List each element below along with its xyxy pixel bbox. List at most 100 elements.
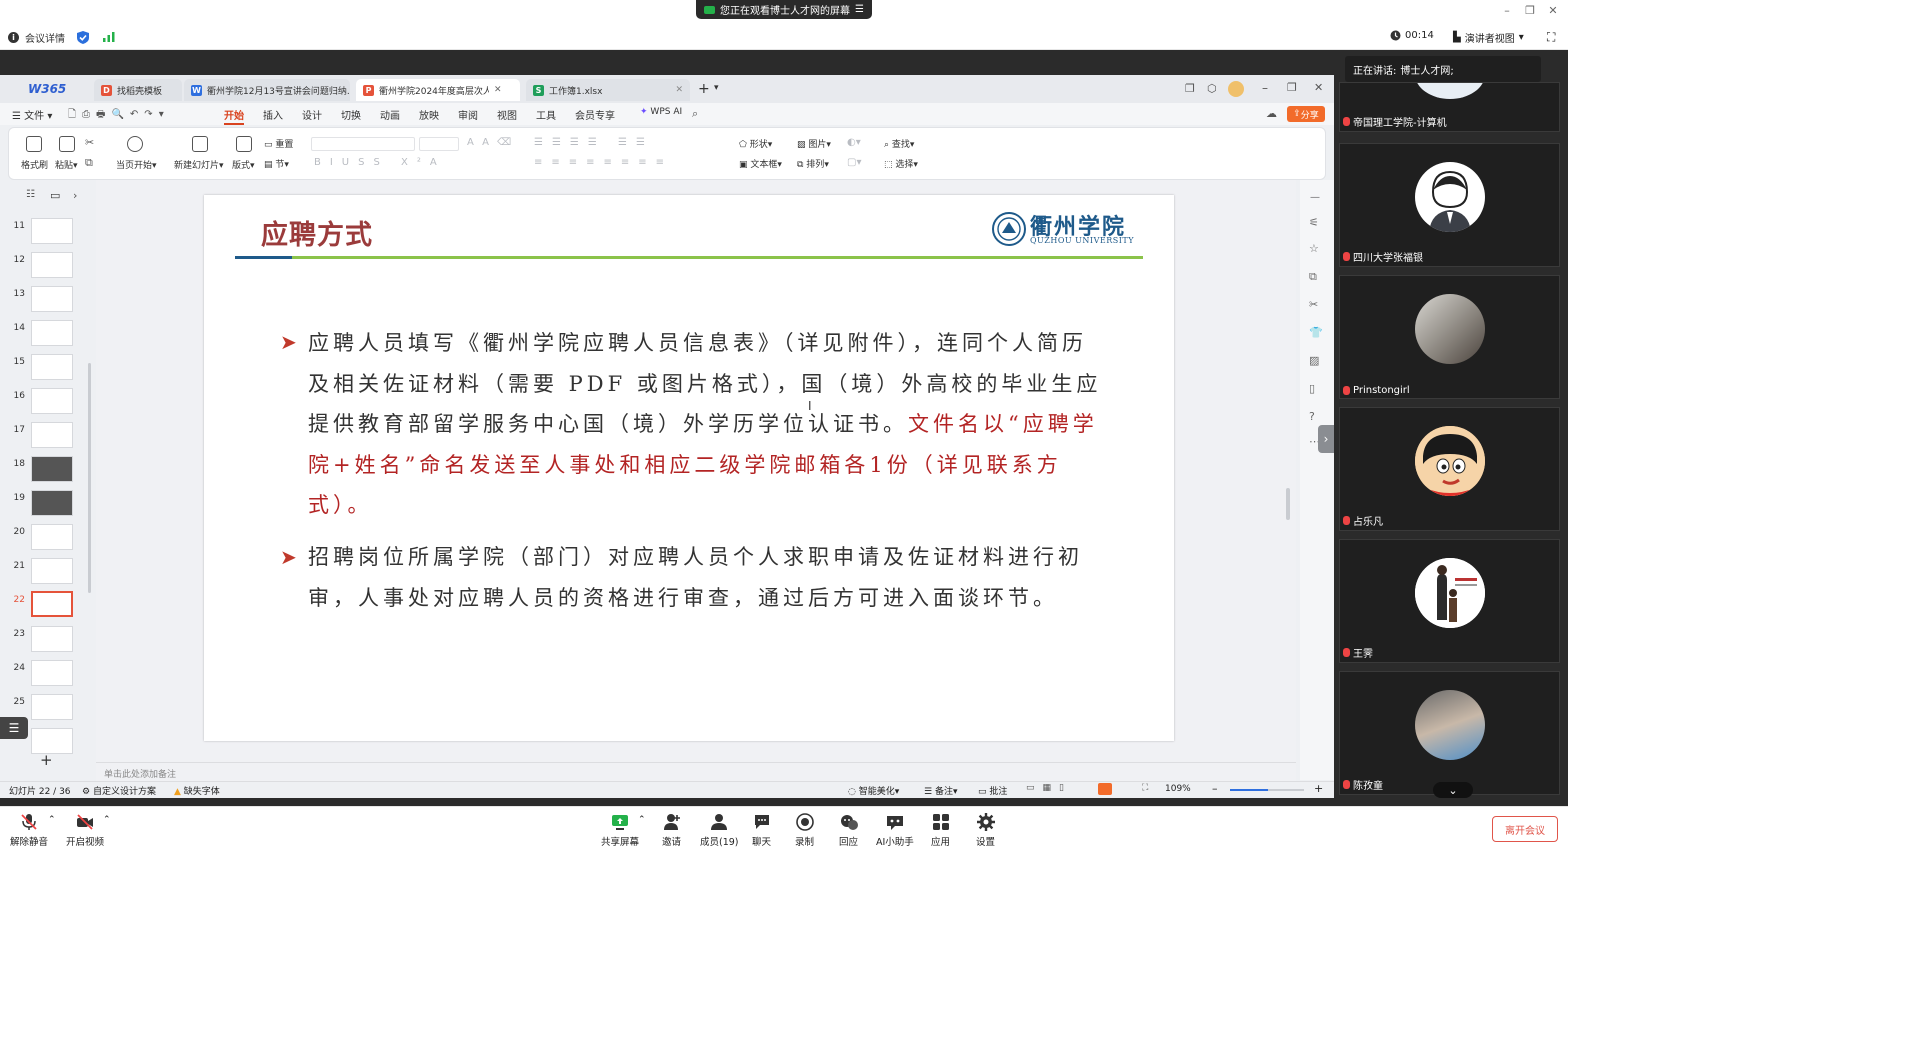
record-button[interactable]: 录制 xyxy=(795,813,814,848)
zoom-out-icon[interactable]: – xyxy=(1212,782,1218,795)
meeting-details-button[interactable]: i 会议详情 xyxy=(8,30,115,45)
section-button[interactable]: ▤ 节▾ xyxy=(264,157,289,170)
textbox-button[interactable]: ▣ 文本框▾ xyxy=(739,157,782,170)
share-screen-button[interactable]: 共享屏幕 xyxy=(601,813,639,848)
reaction-button[interactable]: 回应 xyxy=(839,813,858,848)
signal-icon[interactable] xyxy=(103,32,115,42)
new-slide-button[interactable]: 新建幻灯片▾ xyxy=(174,158,224,171)
tab-word-doc[interactable]: W 衢州学院12月13号宣讲会问题归纳.d xyxy=(184,79,350,101)
chevron-down-icon[interactable]: ▾ xyxy=(714,83,719,93)
slide-22[interactable]: 应聘方式 衢州学院 QUZHOU UNIVERSITY ➤ 应聘人员填写《衢州学… xyxy=(204,195,1174,741)
slide-thumbnail[interactable] xyxy=(31,694,73,720)
menu-insert[interactable]: 插入 xyxy=(263,107,283,122)
window-layout-icon[interactable]: ❐ xyxy=(1185,82,1195,95)
zoom-in-icon[interactable]: + xyxy=(1314,782,1323,795)
ai-assistant-button[interactable]: AI小助手 xyxy=(876,813,914,848)
align-controls[interactable]: ≡≡≡≡≡≡≡≡ xyxy=(534,157,673,168)
notes-area[interactable]: 单击此处添加备注 xyxy=(96,762,1296,781)
slide-thumbnail[interactable] xyxy=(31,456,73,482)
restore-icon[interactable]: ❐ xyxy=(1287,81,1297,94)
find-button[interactable]: ⌕ 查找▾ xyxy=(884,137,914,150)
font-size-select[interactable] xyxy=(419,137,459,151)
comments-button[interactable]: ▭ 批注 xyxy=(978,784,1007,797)
slide-thumbnail[interactable] xyxy=(31,388,73,414)
restore-icon[interactable]: ❐ xyxy=(1523,4,1537,18)
chat-button[interactable]: 聊天 xyxy=(752,813,771,848)
quick-access-icons[interactable]: 🗋⎙🖶🔍↶↷▾ xyxy=(68,107,170,124)
slide-thumbnail[interactable] xyxy=(31,252,73,278)
slide-thumbnail-selected[interactable] xyxy=(31,591,73,617)
slideshow-play-icon[interactable] xyxy=(1098,783,1112,795)
format-painter-icon[interactable] xyxy=(26,136,42,152)
arrange-button[interactable]: ⧉ 排列▾ xyxy=(797,157,829,170)
participant-card[interactable]: Prinstongirl xyxy=(1339,275,1560,399)
copy-style-icon[interactable]: ⧉ xyxy=(1309,270,1317,284)
user-avatar-icon[interactable] xyxy=(1228,81,1244,97)
canvas-scrollbar[interactable] xyxy=(1286,488,1290,520)
new-tab-icon[interactable]: + xyxy=(698,81,710,97)
format-painter-button[interactable]: 格式刷 xyxy=(21,158,48,171)
fit-icon[interactable]: ⛶ xyxy=(1142,783,1148,793)
outline-view-icon[interactable]: ☷ xyxy=(26,189,35,200)
tools-icon[interactable]: ✂ xyxy=(1309,298,1318,311)
fullscreen-icon[interactable]: ⛶ xyxy=(1547,30,1555,45)
beautify-button[interactable]: ◌ 智能美化▾ xyxy=(848,784,899,797)
participant-card[interactable]: 四川大学张福银 xyxy=(1339,143,1560,267)
select-button[interactable]: ⬚ 选择▾ xyxy=(884,157,918,170)
shirt-icon[interactable]: 👕 xyxy=(1309,326,1323,339)
book-icon[interactable]: ▯ xyxy=(1309,382,1315,395)
menu-animation[interactable]: 动画 xyxy=(380,107,400,122)
participant-card[interactable]: 帝国理工学院-计算机 xyxy=(1339,82,1560,132)
help-icon[interactable]: ? xyxy=(1309,410,1315,423)
layout-icon[interactable] xyxy=(236,136,252,152)
close-icon[interactable]: ✕ xyxy=(1546,4,1560,18)
share-button[interactable]: ⇪ 分享 xyxy=(1287,106,1325,122)
slide-thumbnail[interactable] xyxy=(31,626,73,652)
presenter-view-button[interactable]: ▙ 演讲者视图 ▾ xyxy=(1453,30,1524,45)
menu-transition[interactable]: 切换 xyxy=(341,107,361,122)
chevron-right-icon[interactable]: › xyxy=(73,189,77,202)
paste-button[interactable]: 粘贴▾ xyxy=(55,158,78,171)
wps-logo[interactable]: W365 xyxy=(28,82,66,96)
participant-card[interactable]: 占乐凡 xyxy=(1339,407,1560,531)
members-button[interactable]: 成员(19) xyxy=(700,813,739,848)
slide-thumbnail[interactable] xyxy=(31,320,73,346)
sharing-banner[interactable]: 您正在观看博士人才网的屏幕 ☰ xyxy=(696,0,872,19)
adjust-icon[interactable]: ⚟ xyxy=(1309,216,1319,229)
settings-button[interactable]: 设置 xyxy=(976,813,995,848)
slide-thumbnail[interactable] xyxy=(31,490,73,516)
outline-icon[interactable]: ▢▾ xyxy=(847,157,861,168)
menu-review[interactable]: 审阅 xyxy=(458,107,478,122)
missing-font-button[interactable]: ▲ 缺失字体 xyxy=(174,784,220,797)
cube-icon[interactable]: ⬡ xyxy=(1207,82,1217,95)
cloud-icon[interactable]: ☁ xyxy=(1266,107,1277,120)
chevron-up-icon[interactable]: ⌃ xyxy=(48,815,56,825)
play-icon[interactable] xyxy=(127,136,143,152)
new-slide-icon[interactable] xyxy=(192,136,208,152)
image-icon[interactable]: ▨ xyxy=(1309,354,1319,367)
participant-card[interactable]: 陈孜童 xyxy=(1339,671,1560,795)
slide-thumbnail[interactable] xyxy=(31,354,73,380)
shield-icon[interactable] xyxy=(77,30,89,44)
minus-icon[interactable]: — xyxy=(1310,192,1320,203)
panel-expand-icon[interactable]: › xyxy=(1318,425,1334,453)
unmute-button[interactable]: 解除静音 xyxy=(10,813,48,848)
close-icon[interactable]: ✕ xyxy=(1314,81,1323,94)
tab-template[interactable]: D 找稻壳模板 xyxy=(94,79,182,101)
search-icon[interactable]: ⌕ xyxy=(692,107,698,121)
apps-button[interactable]: 应用 xyxy=(931,813,950,848)
menu-tools[interactable]: 工具 xyxy=(536,107,556,122)
menu-slideshow[interactable]: 放映 xyxy=(419,107,439,122)
tab-excel[interactable]: S 工作簿1.xlsx ✕ xyxy=(526,79,690,101)
reset-button[interactable]: ▭ 重置 xyxy=(264,137,293,150)
design-scheme-button[interactable]: ⚙ 自定义设计方案 xyxy=(82,784,156,797)
paragraph-controls[interactable]: ☰☰☰☰ ☰☰ xyxy=(534,137,654,148)
copy-icon[interactable]: ⧉ xyxy=(85,156,93,170)
chevron-up-icon[interactable]: ⌃ xyxy=(638,815,646,825)
participant-card[interactable]: 王霁 xyxy=(1339,539,1560,663)
slide-thumbnail[interactable] xyxy=(31,218,73,244)
chevron-down-icon[interactable]: ⌄ xyxy=(1433,782,1473,798)
chevron-up-icon[interactable]: ⌃ xyxy=(103,815,111,825)
menu-wps-ai[interactable]: ✦ WPS AI xyxy=(640,107,682,117)
slide-thumbnail[interactable] xyxy=(31,524,73,550)
